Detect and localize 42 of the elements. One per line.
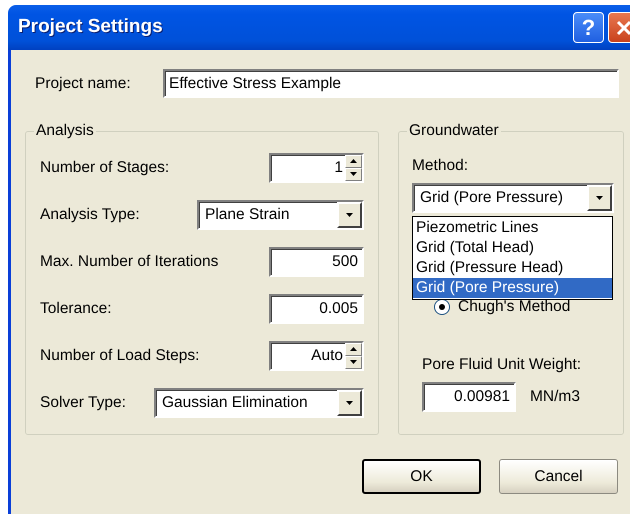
dialog-button[interactable]: Cancel (499, 459, 618, 494)
field-label: Number of Load Steps: (40, 346, 200, 366)
spin-value: 1 (333, 158, 344, 178)
dropdown-option[interactable]: Grid (Total Head) (413, 238, 612, 258)
up-arrow-icon (350, 347, 357, 351)
close-button[interactable] (608, 12, 630, 43)
text-field[interactable]: 500 (269, 246, 364, 276)
spin-down-button[interactable] (345, 356, 362, 368)
dropdown-option[interactable]: Piezometric Lines (413, 218, 612, 238)
field-label: Analysis Type: (40, 204, 140, 225)
dropdown-button[interactable] (337, 202, 362, 228)
spin-up-button[interactable] (345, 154, 362, 168)
down-arrow-icon (350, 360, 357, 364)
text-field[interactable]: 0.00981 (422, 382, 516, 412)
field-label: Pore Fluid Unit Weight: (422, 354, 582, 374)
group-title: Analysis (34, 122, 96, 140)
up-arrow-icon (350, 159, 357, 163)
text-field[interactable]: 0.005 (269, 294, 364, 324)
dropdown-option[interactable]: Grid (Pressure Head) (413, 258, 612, 278)
unit-label: MN/m3 (530, 387, 580, 408)
field-label: Number of Stages: (40, 158, 170, 178)
caret-icon (345, 400, 354, 404)
dropdown-button[interactable] (587, 185, 612, 212)
close-icon (614, 18, 630, 36)
field-label: Solver Type: (40, 392, 126, 413)
field-label: Max. Number of Iterations (40, 252, 218, 272)
spin-down-button[interactable] (345, 168, 362, 180)
spin-up-button[interactable] (345, 342, 362, 356)
down-arrow-icon (350, 172, 357, 176)
dropdown-option[interactable]: Grid (Pore Pressure) (413, 278, 612, 298)
dialog-button[interactable]: OK (362, 459, 481, 494)
caret-icon (345, 212, 354, 216)
window-title: Project Settings (18, 15, 164, 40)
radio-label: Chugh's Method (458, 297, 570, 318)
caret-icon (595, 196, 604, 200)
field-label: Method: (412, 156, 470, 176)
text-field[interactable]: Effective Stress Example (163, 69, 619, 98)
help-button[interactable]: ? (573, 12, 604, 43)
field-label: Tolerance: (40, 298, 112, 319)
spin-value: Auto (310, 346, 344, 366)
field-label: Project name: (35, 74, 132, 94)
dropdown-button[interactable] (337, 390, 362, 416)
